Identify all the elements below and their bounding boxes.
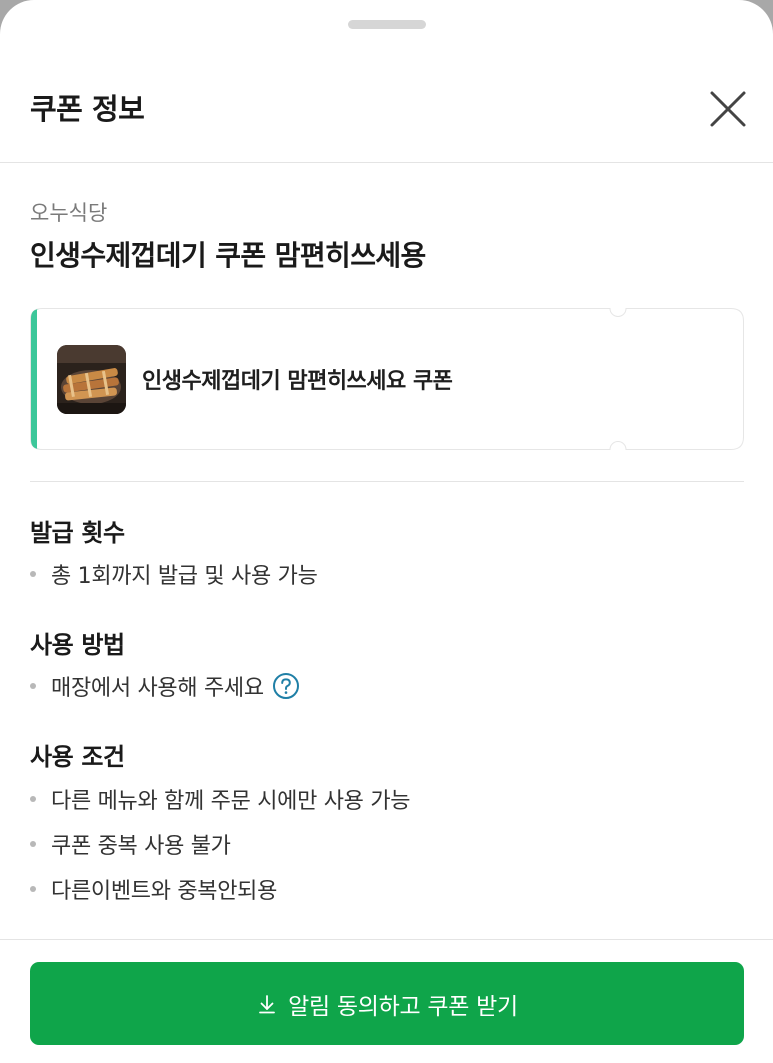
bullet-dot	[30, 571, 36, 577]
footer-divider	[0, 939, 773, 940]
bullet-dot	[30, 886, 36, 892]
sheet-drag-handle[interactable]	[348, 20, 426, 29]
page-title: 쿠폰 정보	[30, 92, 145, 126]
issue-count-heading: 발급 횟수	[30, 519, 125, 547]
condition-text: 다른이벤트와 중복안되용	[51, 879, 278, 904]
coupon-food-thumbnail	[57, 345, 126, 414]
coupon-card: 인생수제껍데기 맘편히쓰세요 쿠폰	[30, 308, 744, 450]
get-coupon-label: 알림 동의하고 쿠폰 받기	[288, 993, 518, 1020]
close-button[interactable]	[704, 87, 750, 133]
section-divider	[30, 481, 744, 482]
bullet-dot	[30, 796, 36, 802]
usage-conditions-heading: 사용 조건	[30, 743, 125, 771]
condition-text: 다른 메뉴와 함께 주문 시에만 사용 가능	[51, 789, 411, 814]
download-icon	[259, 994, 276, 1013]
usage-method-text: 매장에서 사용해 주세요	[51, 676, 264, 701]
issue-count-text: 총 1회까지 발급 및 사용 가능	[51, 564, 318, 589]
question-circle-icon[interactable]	[272, 672, 300, 700]
list-item: 매장에서 사용해 주세요	[30, 670, 300, 702]
coupon-info-sheet: 쿠폰 정보 오누식당 인생수제껍데기 쿠폰 맘편히쓰세용 인생수제껍데기 맘편히…	[0, 0, 773, 1063]
usage-method-heading: 사용 방법	[30, 631, 125, 659]
list-item: 다른 메뉴와 함께 주문 시에만 사용 가능	[30, 783, 411, 815]
condition-text: 쿠폰 중복 사용 불가	[51, 834, 231, 859]
header-divider	[0, 162, 773, 163]
list-item: 다른이벤트와 중복안되용	[30, 873, 277, 905]
bullet-dot	[30, 841, 36, 847]
store-name: 오누식당	[30, 201, 108, 225]
get-coupon-button[interactable]: 알림 동의하고 쿠폰 받기	[30, 962, 744, 1045]
close-icon	[710, 91, 746, 127]
coupon-card-label: 인생수제껍데기 맘편히쓰세요 쿠폰	[142, 369, 453, 394]
bullet-dot	[30, 683, 36, 689]
list-item: 총 1회까지 발급 및 사용 가능	[30, 558, 318, 590]
list-item: 쿠폰 중복 사용 불가	[30, 828, 231, 860]
coupon-title: 인생수제껍데기 쿠폰 맘편히쓰세용	[30, 239, 426, 272]
